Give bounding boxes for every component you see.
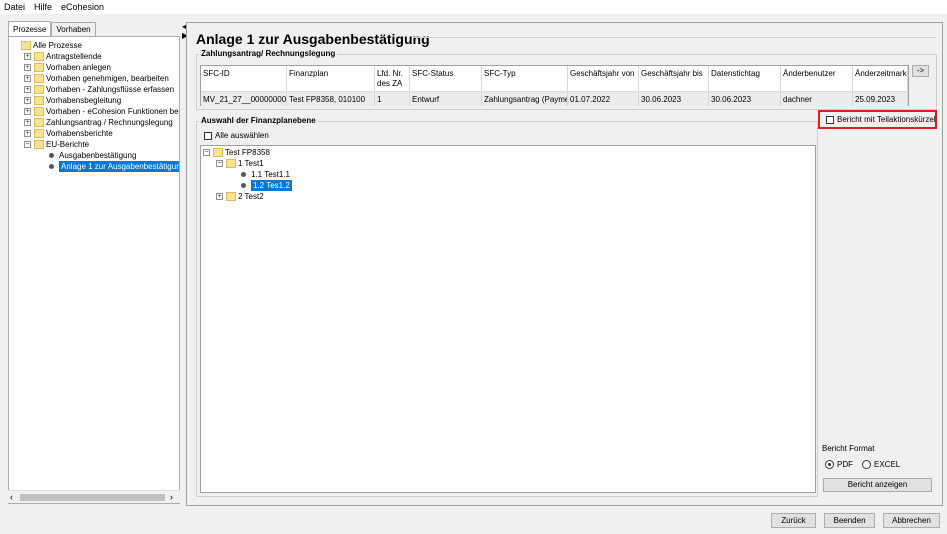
folder-icon bbox=[34, 74, 44, 83]
folder-icon bbox=[21, 41, 31, 50]
finanzplan-tree-item[interactable]: 1.1 Test1.1 bbox=[251, 169, 290, 180]
leaf-node-icon bbox=[241, 172, 246, 177]
finish-button[interactable]: Beenden bbox=[824, 513, 875, 528]
process-tree-item[interactable]: Vorhabensbegleitung bbox=[46, 95, 121, 106]
table-cell[interactable]: 25.09.2023 bbox=[853, 91, 908, 106]
expand-icon[interactable]: + bbox=[24, 119, 31, 126]
column-header[interactable]: Finanzplan bbox=[287, 66, 375, 91]
folder-icon bbox=[34, 96, 44, 105]
table-cell[interactable]: Zahlungsantrag (Paymen bbox=[482, 91, 568, 106]
expand-icon[interactable]: + bbox=[24, 64, 31, 71]
process-tree-item[interactable]: Vorhaben anlegen bbox=[46, 62, 111, 73]
process-tree-item[interactable]: Alle Prozesse bbox=[33, 40, 82, 51]
table-cell[interactable]: Test FP8358, 010100 bbox=[287, 91, 375, 106]
folder-icon bbox=[34, 140, 44, 149]
table-cell[interactable]: MV_21_27__0000000007 bbox=[201, 91, 287, 106]
tab-vorhaben[interactable]: Vorhaben bbox=[51, 22, 96, 36]
table-cell[interactable]: Entwurf bbox=[410, 91, 482, 106]
table-cell[interactable]: 30.06.2023 bbox=[709, 91, 781, 106]
menu-ecohesion[interactable]: eCohesion bbox=[61, 2, 104, 12]
column-header[interactable]: SFC-Typ bbox=[482, 66, 568, 91]
scroll-left-icon[interactable]: ‹ bbox=[10, 492, 13, 502]
format-excel-radio[interactable] bbox=[862, 460, 871, 469]
scroll-right-icon[interactable]: › bbox=[170, 492, 173, 502]
column-header[interactable]: Datenstichtag bbox=[709, 66, 781, 91]
teilaktion-checkbox[interactable] bbox=[826, 116, 834, 124]
zahlungsantrag-table: SFC-ID MV_21_27__0000000007 Finanzplan Test… bbox=[200, 65, 909, 106]
format-label: Bericht Format bbox=[822, 444, 875, 453]
menu-bar: Datei Hilfe eCohesion bbox=[0, 0, 947, 14]
next-arrow-button[interactable]: -> bbox=[912, 65, 929, 77]
select-all-label: Alle auswählen bbox=[215, 131, 269, 140]
column-header[interactable]: SFC-Status bbox=[410, 66, 482, 91]
finanzplan-tree-item[interactable]: 1 Test1 bbox=[238, 158, 264, 169]
process-tree-item[interactable]: EU-Berichte bbox=[46, 139, 89, 150]
collapse-icon[interactable]: − bbox=[203, 149, 210, 156]
column-header[interactable]: Lfd. Nr. des ZA bbox=[375, 66, 410, 91]
select-all-checkbox[interactable] bbox=[204, 132, 212, 140]
left-tab-bar: Prozesse Vorhaben bbox=[8, 21, 96, 36]
column-header[interactable]: Änderbenutzer bbox=[781, 66, 853, 91]
finanzplan-group-label: Auswahl der Finanzplanebene bbox=[199, 116, 318, 125]
finanzplan-tree: − Test FP8358−1 Test1 1.1 Test1.1 1.2 Tes1.… bbox=[200, 145, 816, 493]
process-tree-hscrollbar[interactable]: ‹ › bbox=[8, 490, 180, 503]
table-cell[interactable]: 1 bbox=[375, 91, 410, 106]
back-button[interactable]: Zurück bbox=[771, 513, 816, 528]
folder-icon bbox=[226, 192, 236, 201]
show-report-button[interactable]: Bericht anzeigen bbox=[823, 478, 932, 492]
format-pdf-radio[interactable] bbox=[825, 460, 834, 469]
page-title: Anlage 1 zur Ausgabenbestätigung bbox=[196, 31, 430, 47]
process-tree-item[interactable]: Vorhabensberichte bbox=[46, 128, 113, 139]
scroll-thumb[interactable] bbox=[20, 494, 165, 501]
process-tree-item[interactable]: Ausgabenbestätigung bbox=[59, 150, 136, 161]
expand-icon[interactable]: + bbox=[24, 97, 31, 104]
teilaktion-checkbox-label: Bericht mit Teilaktionskürzel bbox=[837, 115, 936, 124]
folder-icon bbox=[34, 129, 44, 138]
column-header[interactable]: Änderzeitmark bbox=[853, 66, 908, 91]
cancel-button[interactable]: Abbrechen bbox=[883, 513, 940, 528]
leaf-node-icon bbox=[241, 183, 246, 188]
leaf-node-icon bbox=[49, 164, 54, 169]
table-cell[interactable]: dachner bbox=[781, 91, 853, 106]
expand-icon[interactable]: + bbox=[24, 53, 31, 60]
expand-icon[interactable]: + bbox=[24, 130, 31, 137]
process-tree-item[interactable]: Vorhaben - Zahlungsflüsse erfassen bbox=[46, 84, 174, 95]
tab-prozesse[interactable]: Prozesse bbox=[8, 21, 52, 36]
finanzplan-tree-item[interactable]: Test FP8358 bbox=[225, 147, 270, 158]
process-tree-item[interactable]: Antragstellende bbox=[46, 51, 102, 62]
menu-datei[interactable]: Datei bbox=[4, 2, 25, 12]
finanzplan-tree-item[interactable]: 1.2 Tes1.2 bbox=[251, 180, 292, 191]
expand-icon[interactable]: + bbox=[216, 193, 223, 200]
format-excel-label: EXCEL bbox=[874, 460, 901, 469]
folder-icon bbox=[226, 159, 236, 168]
table-cell[interactable]: 01.07.2022 bbox=[568, 91, 639, 106]
collapse-icon[interactable]: − bbox=[216, 160, 223, 167]
column-header[interactable]: Geschäftsjahr bis bbox=[639, 66, 709, 91]
expand-icon[interactable]: + bbox=[24, 75, 31, 82]
process-tree-panel: Alle Prozesse + Antragstellende + Vorhaben a… bbox=[8, 36, 180, 504]
expand-icon[interactable]: + bbox=[24, 108, 31, 115]
column-header[interactable]: Geschäftsjahr von bbox=[568, 66, 639, 91]
process-tree-item[interactable]: Zahlungsantrag / Rechnungslegung bbox=[46, 117, 173, 128]
expand-icon[interactable]: + bbox=[24, 86, 31, 93]
process-tree-item[interactable]: Vorhaben genehmigen, bearbeiten bbox=[46, 73, 169, 84]
folder-icon bbox=[34, 85, 44, 94]
folder-icon bbox=[213, 148, 223, 157]
process-tree-item[interactable]: Vorhaben - eCohesion Funktionen bearbeit bbox=[46, 106, 179, 117]
title-divider bbox=[412, 37, 936, 38]
format-pdf-label: PDF bbox=[837, 460, 853, 469]
folder-icon bbox=[34, 52, 44, 61]
leaf-node-icon bbox=[49, 153, 54, 158]
folder-icon bbox=[34, 107, 44, 116]
menu-hilfe[interactable]: Hilfe bbox=[34, 2, 52, 12]
collapse-icon[interactable]: − bbox=[24, 141, 31, 148]
process-tree-item[interactable]: Anlage 1 zur Ausgabenbestätigung bbox=[59, 161, 179, 172]
finanzplan-tree-item[interactable]: 2 Test2 bbox=[238, 191, 264, 202]
zahlungsantrag-group-label: Zahlungsantrag/ Rechnungslegung bbox=[199, 49, 338, 58]
folder-icon bbox=[34, 63, 44, 72]
column-header[interactable]: SFC-ID bbox=[201, 66, 287, 91]
folder-icon bbox=[34, 118, 44, 127]
table-cell[interactable]: 30.06.2023 bbox=[639, 91, 709, 106]
